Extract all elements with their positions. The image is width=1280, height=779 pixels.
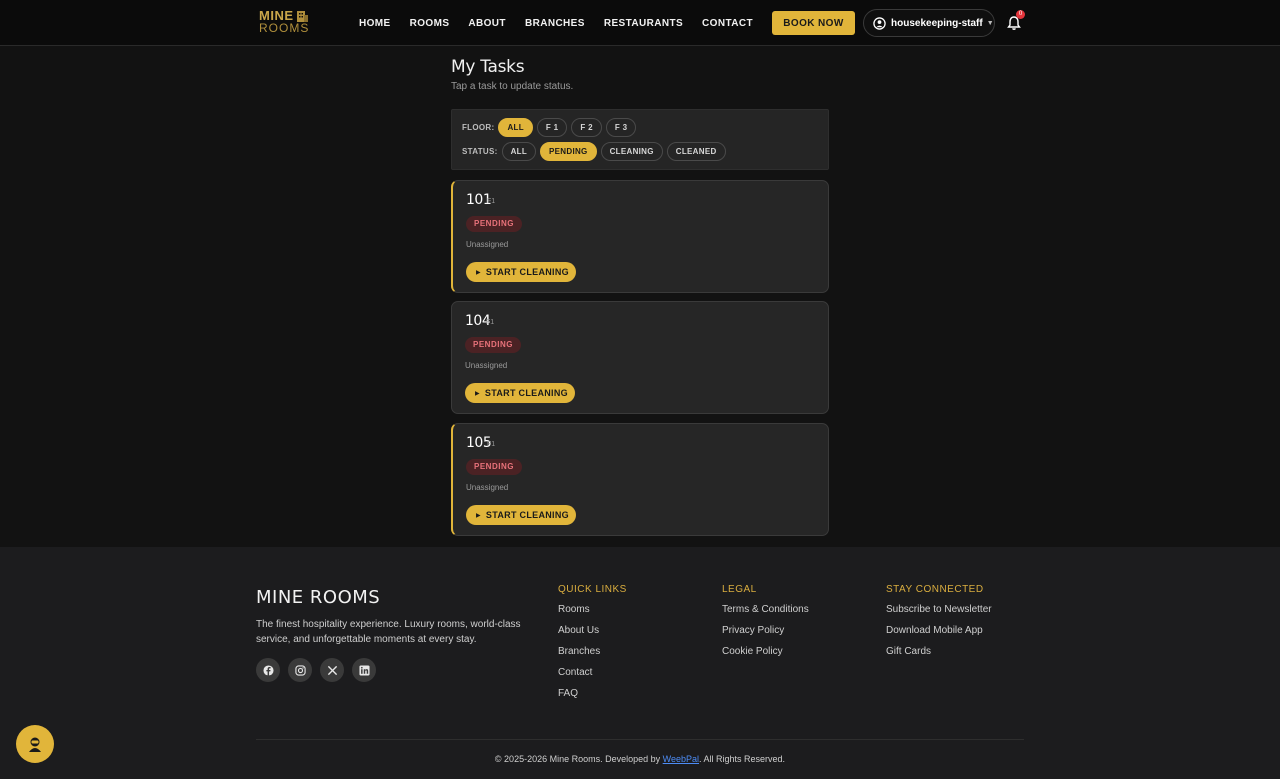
facebook-icon[interactable]	[256, 658, 280, 682]
notification-badge: 0	[1016, 10, 1025, 19]
social-links	[256, 658, 384, 682]
footer-link-branches[interactable]: Branches	[558, 646, 627, 658]
floor-chip-f2[interactable]: F 2	[571, 118, 602, 137]
nav-contact[interactable]: CONTACT	[702, 18, 753, 29]
floor-chip-f3[interactable]: F 3	[605, 118, 637, 137]
quick-links-title: QUICK LINKS	[558, 584, 627, 595]
user-circle-icon	[873, 16, 886, 30]
footer: MINE ROOMS The finest hospitality experi…	[0, 547, 1280, 779]
task-card[interactable]: 104 F1 PENDING Unassigned ▶ START CLEANI…	[451, 301, 829, 414]
start-cleaning-button[interactable]: ▶ START CLEANING	[466, 505, 576, 525]
nav-restaurants[interactable]: RESTAURANTS	[604, 18, 683, 29]
footer-link-faq[interactable]: FAQ	[558, 688, 627, 700]
nav-home[interactable]: HOME	[359, 18, 391, 29]
status-badge: PENDING	[466, 216, 522, 232]
footer-link-contact[interactable]: Contact	[558, 667, 627, 679]
legal-column: LEGAL Terms & Conditions Privacy Policy …	[722, 584, 809, 667]
start-cleaning-label: START CLEANING	[485, 510, 569, 520]
status-chip-cleaning[interactable]: CLEANING	[600, 142, 663, 161]
logo[interactable]: MINE ROOMS	[259, 9, 313, 37]
legal-title: LEGAL	[722, 584, 757, 595]
copyright-suffix: . All Rights Reserved.	[699, 754, 786, 764]
quick-links-column: QUICK LINKS Rooms About Us Branches Cont…	[558, 584, 627, 709]
stay-connected-title: STAY CONNECTED	[886, 584, 984, 595]
task-card[interactable]: 101 F1 PENDING Unassigned ▶ START CLEANI…	[451, 180, 829, 293]
page-title: My Tasks	[451, 57, 525, 77]
linkedin-icon[interactable]	[352, 658, 376, 682]
assignee: Unassigned	[465, 361, 508, 370]
chevron-down-icon: ▼	[986, 19, 994, 27]
instagram-icon[interactable]	[288, 658, 312, 682]
developer-link[interactable]: WeebPal	[663, 754, 699, 764]
footer-link-privacy[interactable]: Privacy Policy	[722, 625, 809, 637]
footer-divider	[256, 739, 1024, 740]
footer-link-rooms[interactable]: Rooms	[558, 604, 627, 616]
start-cleaning-label: START CLEANING	[485, 267, 569, 277]
status-chip-all[interactable]: ALL	[501, 142, 537, 161]
task-card[interactable]: 105 F1 PENDING Unassigned ▶ START CLEANI…	[451, 423, 829, 536]
play-icon: ▶	[475, 390, 480, 397]
username: housekeeping-staff	[891, 17, 983, 29]
assignee: Unassigned	[466, 483, 509, 492]
footer-link-cookie[interactable]: Cookie Policy	[722, 646, 809, 658]
floor-chip-all[interactable]: ALL	[498, 118, 533, 137]
status-badge: PENDING	[466, 459, 522, 475]
footer-description: The finest hospitality experience. Luxur…	[256, 619, 521, 645]
status-filter-label: STATUS:	[462, 147, 498, 156]
page-subtitle: Tap a task to update status.	[451, 81, 574, 92]
top-navbar: MINE ROOMS HOME ROOMS ABOUT BRANCHES RES…	[0, 0, 1280, 46]
status-chip-pending[interactable]: PENDING	[540, 142, 597, 161]
chat-assistant-button[interactable]	[16, 725, 54, 763]
logo-line2: ROOMS	[259, 21, 310, 35]
footer-link-newsletter[interactable]: Subscribe to Newsletter	[886, 604, 992, 616]
copyright-prefix: © 2025-2026 Mine Rooms. Developed by	[494, 754, 663, 764]
status-badge: PENDING	[465, 337, 521, 353]
building-icon	[297, 11, 308, 22]
assistant-avatar-icon	[29, 737, 41, 752]
user-menu[interactable]: housekeeping-staff ▼	[863, 9, 995, 37]
nav-about[interactable]: ABOUT	[468, 18, 506, 29]
room-floor: F1	[486, 319, 495, 326]
book-now-button[interactable]: BOOK NOW	[772, 11, 855, 35]
x-twitter-icon[interactable]	[320, 658, 344, 682]
play-icon: ▶	[476, 512, 481, 519]
filter-panel: FLOOR: ALL F 1 F 2 F 3 STATUS: ALL PENDI…	[451, 109, 829, 170]
footer-link-gift-cards[interactable]: Gift Cards	[886, 646, 992, 658]
stay-connected-column: STAY CONNECTED Subscribe to Newsletter D…	[886, 584, 992, 667]
floor-filter-label: FLOOR:	[462, 123, 495, 132]
footer-link-mobile-app[interactable]: Download Mobile App	[886, 625, 992, 637]
floor-chip-f1[interactable]: F 1	[536, 118, 568, 137]
status-chip-cleaned[interactable]: CLEANED	[666, 142, 726, 161]
footer-link-about[interactable]: About Us	[558, 625, 627, 637]
assignee: Unassigned	[466, 240, 509, 249]
start-cleaning-button[interactable]: ▶ START CLEANING	[466, 262, 576, 282]
room-floor: F1	[487, 441, 496, 448]
nav-branches[interactable]: BRANCHES	[525, 18, 585, 29]
main-menu: HOME ROOMS ABOUT BRANCHES RESTAURANTS CO…	[359, 0, 772, 46]
floor-filter-row: FLOOR: ALL F 1 F 2 F 3	[462, 118, 640, 137]
start-cleaning-button[interactable]: ▶ START CLEANING	[465, 383, 575, 403]
play-icon: ▶	[476, 269, 481, 276]
footer-brand: MINE ROOMS	[256, 587, 381, 608]
room-floor: F1	[487, 198, 496, 205]
start-cleaning-label: START CLEANING	[484, 388, 568, 398]
footer-link-terms[interactable]: Terms & Conditions	[722, 604, 809, 616]
copyright: © 2025-2026 Mine Rooms. Developed by Wee…	[0, 754, 1280, 764]
status-filter-row: STATUS: ALL PENDING CLEANING CLEANED	[462, 142, 730, 161]
nav-rooms[interactable]: ROOMS	[410, 18, 450, 29]
